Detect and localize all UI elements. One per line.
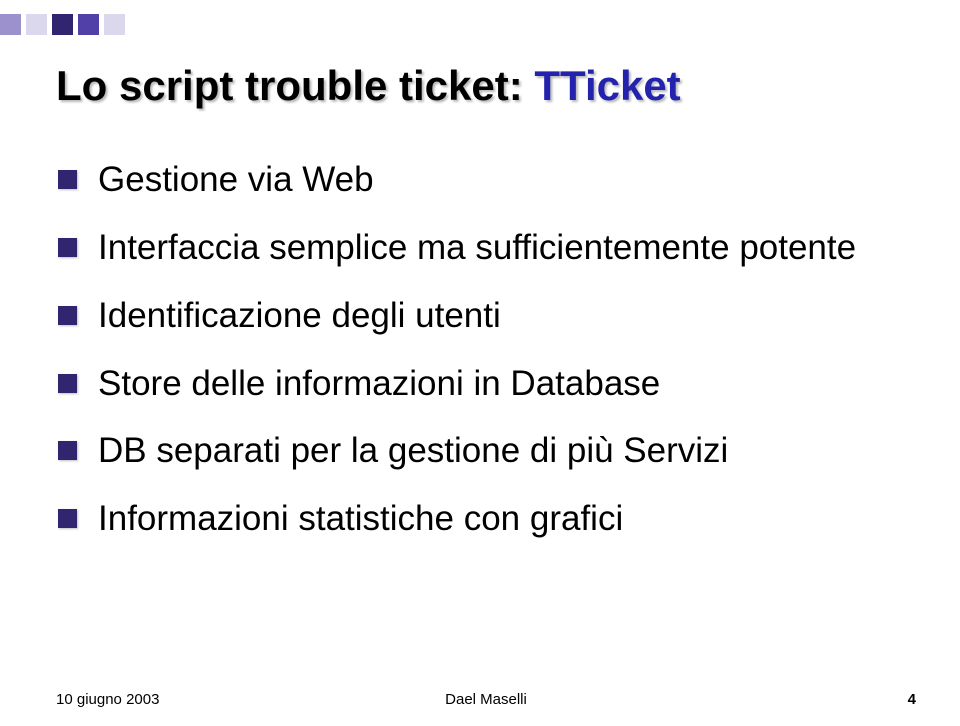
footer-page: 4 — [908, 691, 916, 708]
decor-square — [0, 14, 21, 35]
bullet-item: Interfaccia semplice ma sufficientemente… — [56, 226, 912, 270]
bullet-item: Gestione via Web — [56, 158, 912, 202]
title-text: Lo script trouble ticket: — [56, 62, 534, 109]
bullet-item: Store delle informazioni in Database — [56, 362, 912, 406]
bullet-item: Informazioni statistiche con grafici — [56, 497, 912, 541]
decor-white-bar — [0, 19, 960, 30]
footer-author: Dael Maselli — [445, 691, 527, 708]
title-highlight: TTicket — [534, 62, 680, 109]
slide-title: Lo script trouble ticket: TTicket — [56, 62, 912, 110]
decor-square — [26, 14, 47, 35]
bullet-item: Identificazione degli utenti — [56, 294, 912, 338]
decor-square — [78, 14, 99, 35]
decor-square — [104, 14, 125, 35]
bullet-list: Gestione via Web Interfaccia semplice ma… — [56, 158, 912, 541]
bullet-item: DB separati per la gestione di più Servi… — [56, 429, 912, 473]
slide-top-decoration — [0, 0, 960, 44]
slide-content: Lo script trouble ticket: TTicket Gestio… — [56, 62, 912, 670]
decor-square — [52, 14, 73, 35]
footer-date: 10 giugno 2003 — [56, 691, 159, 708]
slide-footer: 10 giugno 2003 Dael Maselli 4 — [56, 691, 916, 708]
